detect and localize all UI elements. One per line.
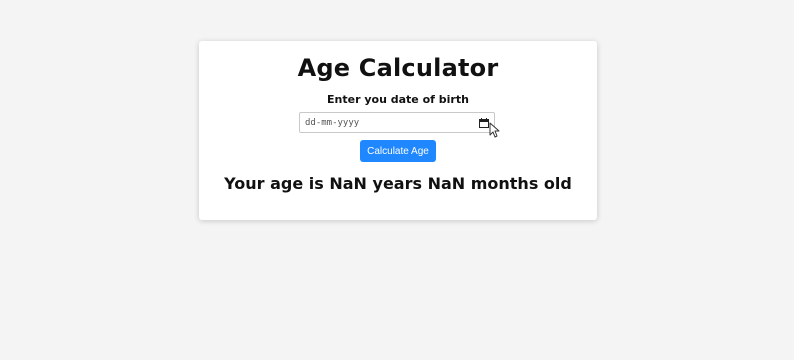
calendar-icon[interactable] (478, 117, 489, 128)
calculate-age-button[interactable]: Calculate Age (360, 140, 436, 162)
age-result-text: Your age is NaN years NaN months old (224, 174, 572, 193)
date-of-birth-label: Enter you date of birth (327, 93, 469, 106)
date-placeholder: dd-mm-yyyy (305, 117, 360, 128)
page-title: Age Calculator (297, 54, 499, 82)
date-of-birth-input[interactable]: dd-mm-yyyy (299, 112, 495, 133)
age-calculator-card: Age Calculator Enter you date of birth d… (199, 41, 597, 220)
mouse-pointer-icon (489, 122, 501, 138)
